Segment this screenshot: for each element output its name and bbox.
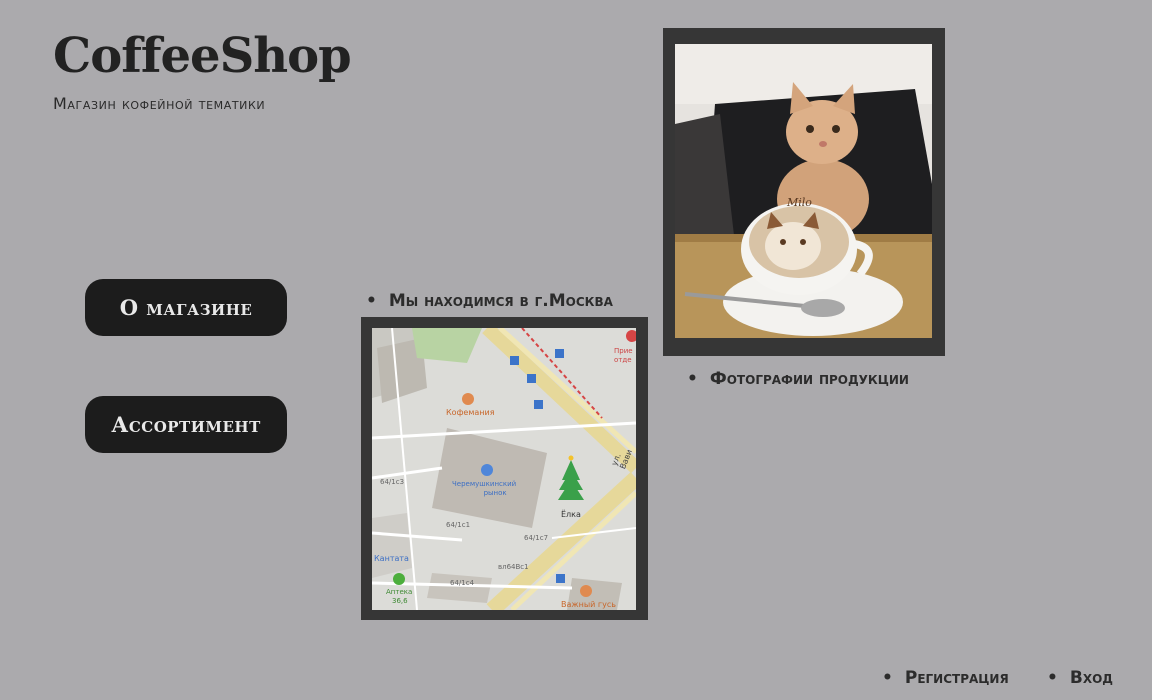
assortment-button[interactable]: Ассортимент [85,396,287,453]
register-link[interactable]: Регистрация [882,668,1009,688]
site-logo[interactable]: CoffeeShop [53,32,352,80]
map-label-pharmacy: Аптека 36,6 [386,588,413,605]
map-label-tree: Ёлка [561,510,581,519]
about-button[interactable]: О магазине [85,279,287,336]
map-label-building: 64/1с4 [450,579,475,587]
site-tagline: Магазин кофейной тематики [53,94,266,113]
map-label-coffee: Кофемания [446,408,495,417]
login-link[interactable]: Вход [1047,668,1113,688]
map-label-goose: Важный гусь [561,600,616,609]
map-frame: Кофемания Черемушкинский рынок Ёлка Канта… [361,317,648,620]
map-label-building: 64/1с7 [524,534,549,542]
products-caption: Фотографии продукции [687,369,909,389]
map-label-building: вл64Вс1 [498,563,529,571]
product-photo[interactable]: Milo [675,44,932,338]
map-label-kantata: Кантата [374,554,409,563]
cup-latte-art-text: Milo [787,196,812,209]
map-label-building: 64/1с1 [446,521,471,529]
map-label-corner: Прие отде [614,347,633,364]
photo-frame: Milo [663,28,945,356]
location-map[interactable]: Кофемания Черемушкинский рынок Ёлка Канта… [372,328,636,610]
location-caption: Мы находимся в г.Москва [366,291,613,311]
map-label-market: Черемушкинский рынок [452,480,517,497]
map-label-building: 64/1с3 [380,478,405,486]
